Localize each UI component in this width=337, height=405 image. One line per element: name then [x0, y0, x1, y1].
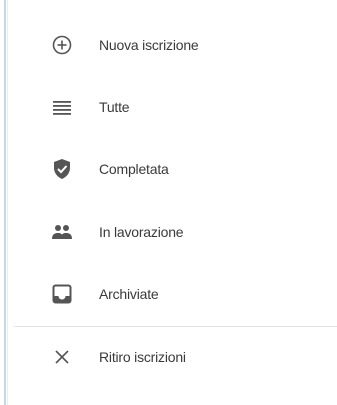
menu-item-archiviate[interactable]: Archiviate [14, 263, 337, 325]
shield-check-icon [50, 157, 74, 181]
menu-item-label: Ritiro iscrizioni [99, 349, 186, 365]
add-circle-icon [50, 33, 74, 57]
menu-item-nuova-iscrizione[interactable]: Nuova iscrizione [14, 14, 337, 76]
menu-panel: Nuova iscrizione Tutte Completata In lav… [0, 0, 337, 405]
menu-item-label: Archiviate [99, 286, 159, 302]
close-icon [50, 345, 74, 369]
menu-item-label: Tutte [99, 99, 130, 115]
people-icon [50, 220, 74, 244]
menu-item-label: Nuova iscrizione [99, 37, 199, 53]
menu-item-in-lavorazione[interactable]: In lavorazione [14, 201, 337, 263]
panel-edge-highlight [7, 0, 8, 405]
list-lines-icon [50, 95, 74, 119]
panel-edge [4, 0, 6, 405]
menu-item-label: Completata [99, 161, 169, 177]
navigation-menu: Nuova iscrizione Tutte Completata In lav… [14, 14, 337, 405]
inbox-tray-icon [50, 282, 74, 306]
menu-item-ritiro-iscrizioni[interactable]: Ritiro iscrizioni [14, 326, 337, 388]
menu-item-tutte[interactable]: Tutte [14, 76, 337, 138]
menu-item-label: In lavorazione [99, 224, 184, 240]
menu-item-completata[interactable]: Completata [14, 138, 337, 200]
